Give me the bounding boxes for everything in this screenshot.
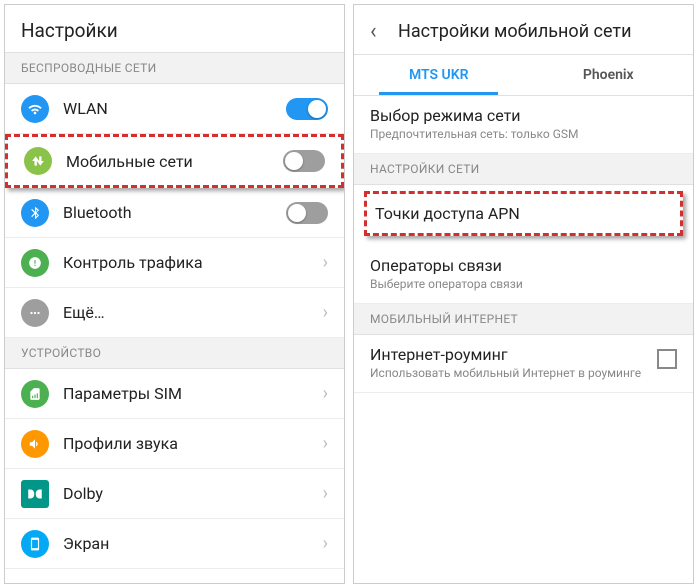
network-mode-row[interactable]: Выбор режима сети Предпочтительная сеть:…: [354, 96, 693, 154]
apn-row-container: Точки доступа APN: [354, 185, 693, 246]
bluetooth-row[interactable]: Bluetooth: [5, 188, 344, 238]
network-mode-sub: Предпочтительная сеть: только GSM: [370, 127, 677, 141]
bluetooth-icon: [21, 199, 49, 227]
chevron-right-icon: ›: [323, 252, 328, 273]
operators-row[interactable]: Операторы связи Выберите оператора связи: [354, 246, 693, 304]
section-mobile-internet: МОБИЛЬНЫЙ ИНТЕРНЕТ: [354, 304, 693, 335]
section-network-settings: НАСТРОЙКИ СЕТИ: [354, 154, 693, 185]
apn-row[interactable]: Точки доступа APN: [364, 191, 683, 236]
more-row[interactable]: Ещё… ›: [5, 288, 344, 338]
chevron-right-icon: ›: [323, 483, 328, 504]
back-icon[interactable]: ‹: [370, 19, 384, 44]
wlan-row[interactable]: WLAN: [5, 84, 344, 134]
tab-mts-ukr[interactable]: MTS UKR: [354, 55, 524, 95]
tab-phoenix[interactable]: Phoenix: [524, 55, 694, 95]
header: Настройки: [5, 5, 344, 53]
mobile-toggle[interactable]: [283, 150, 325, 172]
roaming-title: Интернет-роуминг: [370, 345, 647, 364]
bluetooth-label: Bluetooth: [63, 203, 272, 222]
sim-icon: [21, 380, 49, 408]
page-title: Настройки: [21, 19, 118, 42]
sim-label: Параметры SIM: [63, 384, 309, 403]
header: ‹ Настройки мобильной сети: [354, 5, 693, 55]
traffic-icon: [21, 249, 49, 277]
more-label: Ещё…: [63, 303, 309, 322]
traffic-row[interactable]: Контроль трафика ›: [5, 238, 344, 288]
operators-title: Операторы связи: [370, 256, 677, 275]
settings-screen: Настройки БЕСПРОВОДНЫЕ СЕТИ WLAN Мобильн…: [4, 4, 345, 584]
chevron-right-icon: ›: [323, 383, 328, 404]
apn-label: Точки доступа APN: [375, 204, 520, 223]
network-mode-title: Выбор режима сети: [370, 106, 677, 125]
screen-icon: [21, 530, 49, 558]
operators-sub: Выберите оператора связи: [370, 277, 677, 291]
chevron-right-icon: ›: [323, 533, 328, 554]
dolby-label: Dolby: [63, 484, 309, 503]
roaming-row[interactable]: Интернет-роуминг Использовать мобильный …: [354, 335, 693, 393]
chevron-right-icon: ›: [323, 302, 328, 323]
screen-label: Экран: [63, 534, 309, 553]
mobile-network-screen: ‹ Настройки мобильной сети MTS UKR Phoen…: [353, 4, 694, 584]
roaming-sub: Использовать мобильный Интернет в роумин…: [370, 366, 647, 380]
roaming-checkbox[interactable]: [657, 349, 677, 369]
dolby-row[interactable]: Dolby ›: [5, 469, 344, 519]
sound-label: Профили звука: [63, 434, 309, 453]
mobile-networks-row[interactable]: Мобильные сети: [5, 134, 344, 188]
sim-row[interactable]: Параметры SIM ›: [5, 369, 344, 419]
bluetooth-toggle[interactable]: [286, 202, 328, 224]
screen-row[interactable]: Экран ›: [5, 519, 344, 569]
chevron-right-icon: ›: [323, 433, 328, 454]
wifi-icon: [21, 95, 49, 123]
wlan-label: WLAN: [63, 99, 272, 118]
sim-tabs: MTS UKR Phoenix: [354, 55, 693, 96]
section-device: УСТРОЙСТВО: [5, 338, 344, 369]
traffic-label: Контроль трафика: [63, 253, 309, 272]
page-title: Настройки мобильной сети: [398, 21, 631, 42]
mobile-data-icon: [24, 147, 52, 175]
sound-row[interactable]: Профили звука ›: [5, 419, 344, 469]
sound-icon: [21, 430, 49, 458]
dolby-icon: [21, 480, 49, 508]
wlan-toggle[interactable]: [286, 98, 328, 120]
mobile-networks-label: Мобильные сети: [66, 152, 269, 171]
more-icon: [21, 299, 49, 327]
section-wireless: БЕСПРОВОДНЫЕ СЕТИ: [5, 53, 344, 84]
